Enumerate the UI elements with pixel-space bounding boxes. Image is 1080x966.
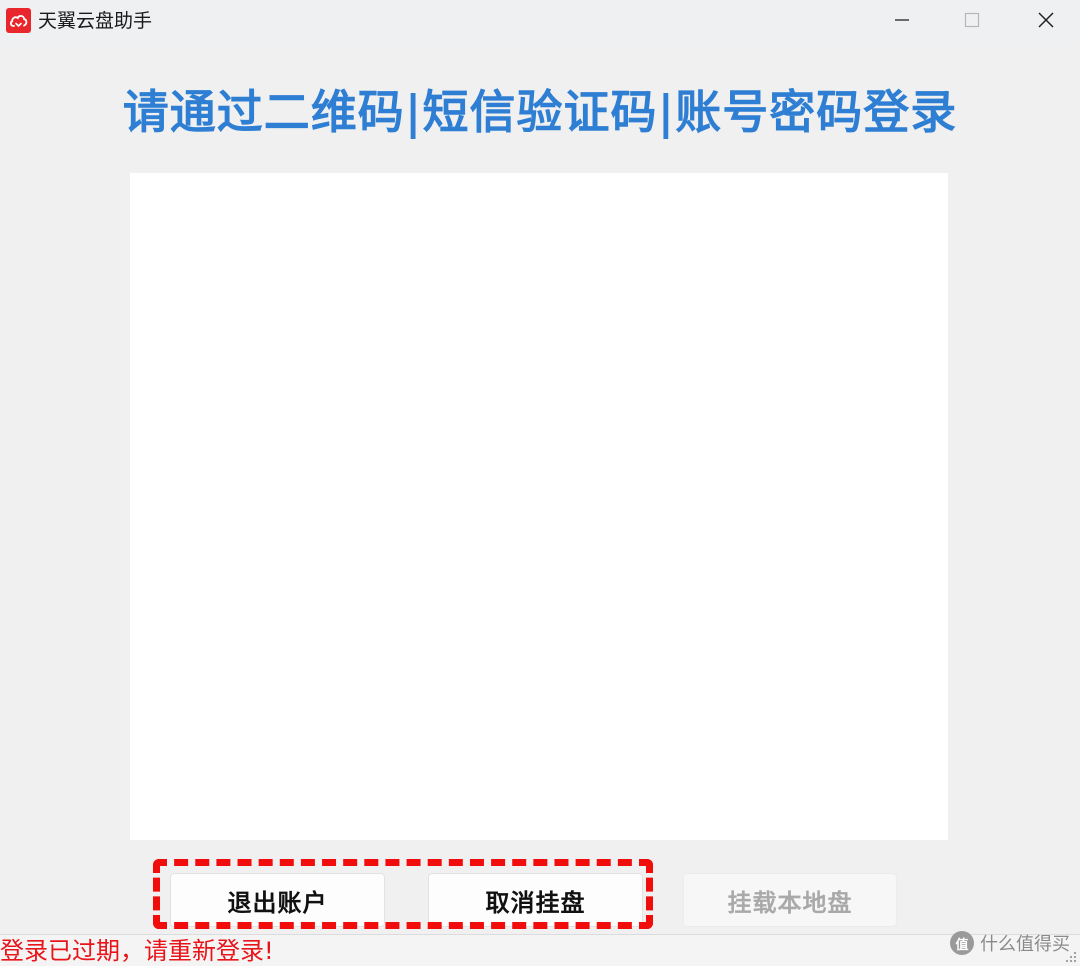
close-icon	[1038, 12, 1054, 28]
watermark-text: 什么值得买	[980, 934, 1070, 955]
watermark-logo-icon: 值	[950, 931, 974, 955]
window-title: 天翼云盘助手	[38, 10, 153, 32]
watermark: 值 什么值得买	[950, 928, 1070, 958]
maximize-button[interactable]	[942, 0, 1002, 40]
qr-code-panel[interactable]	[130, 173, 948, 840]
cloud-icon	[6, 8, 31, 33]
close-button[interactable]	[1016, 0, 1076, 40]
title-bar: 天翼云盘助手	[0, 0, 1080, 44]
minimize-button[interactable]	[872, 0, 932, 40]
status-message: 登录已过期，请重新登录!	[0, 937, 274, 965]
login-method-heading: 请通过二维码|短信验证码|账号密码登录	[122, 85, 958, 139]
minimize-icon	[895, 19, 909, 21]
mount-local-disk-button: 挂载本地盘	[683, 873, 897, 927]
cancel-mount-button[interactable]: 取消挂盘	[428, 873, 643, 927]
maximize-icon	[964, 12, 980, 28]
logout-button[interactable]: 退出账户	[170, 873, 385, 927]
